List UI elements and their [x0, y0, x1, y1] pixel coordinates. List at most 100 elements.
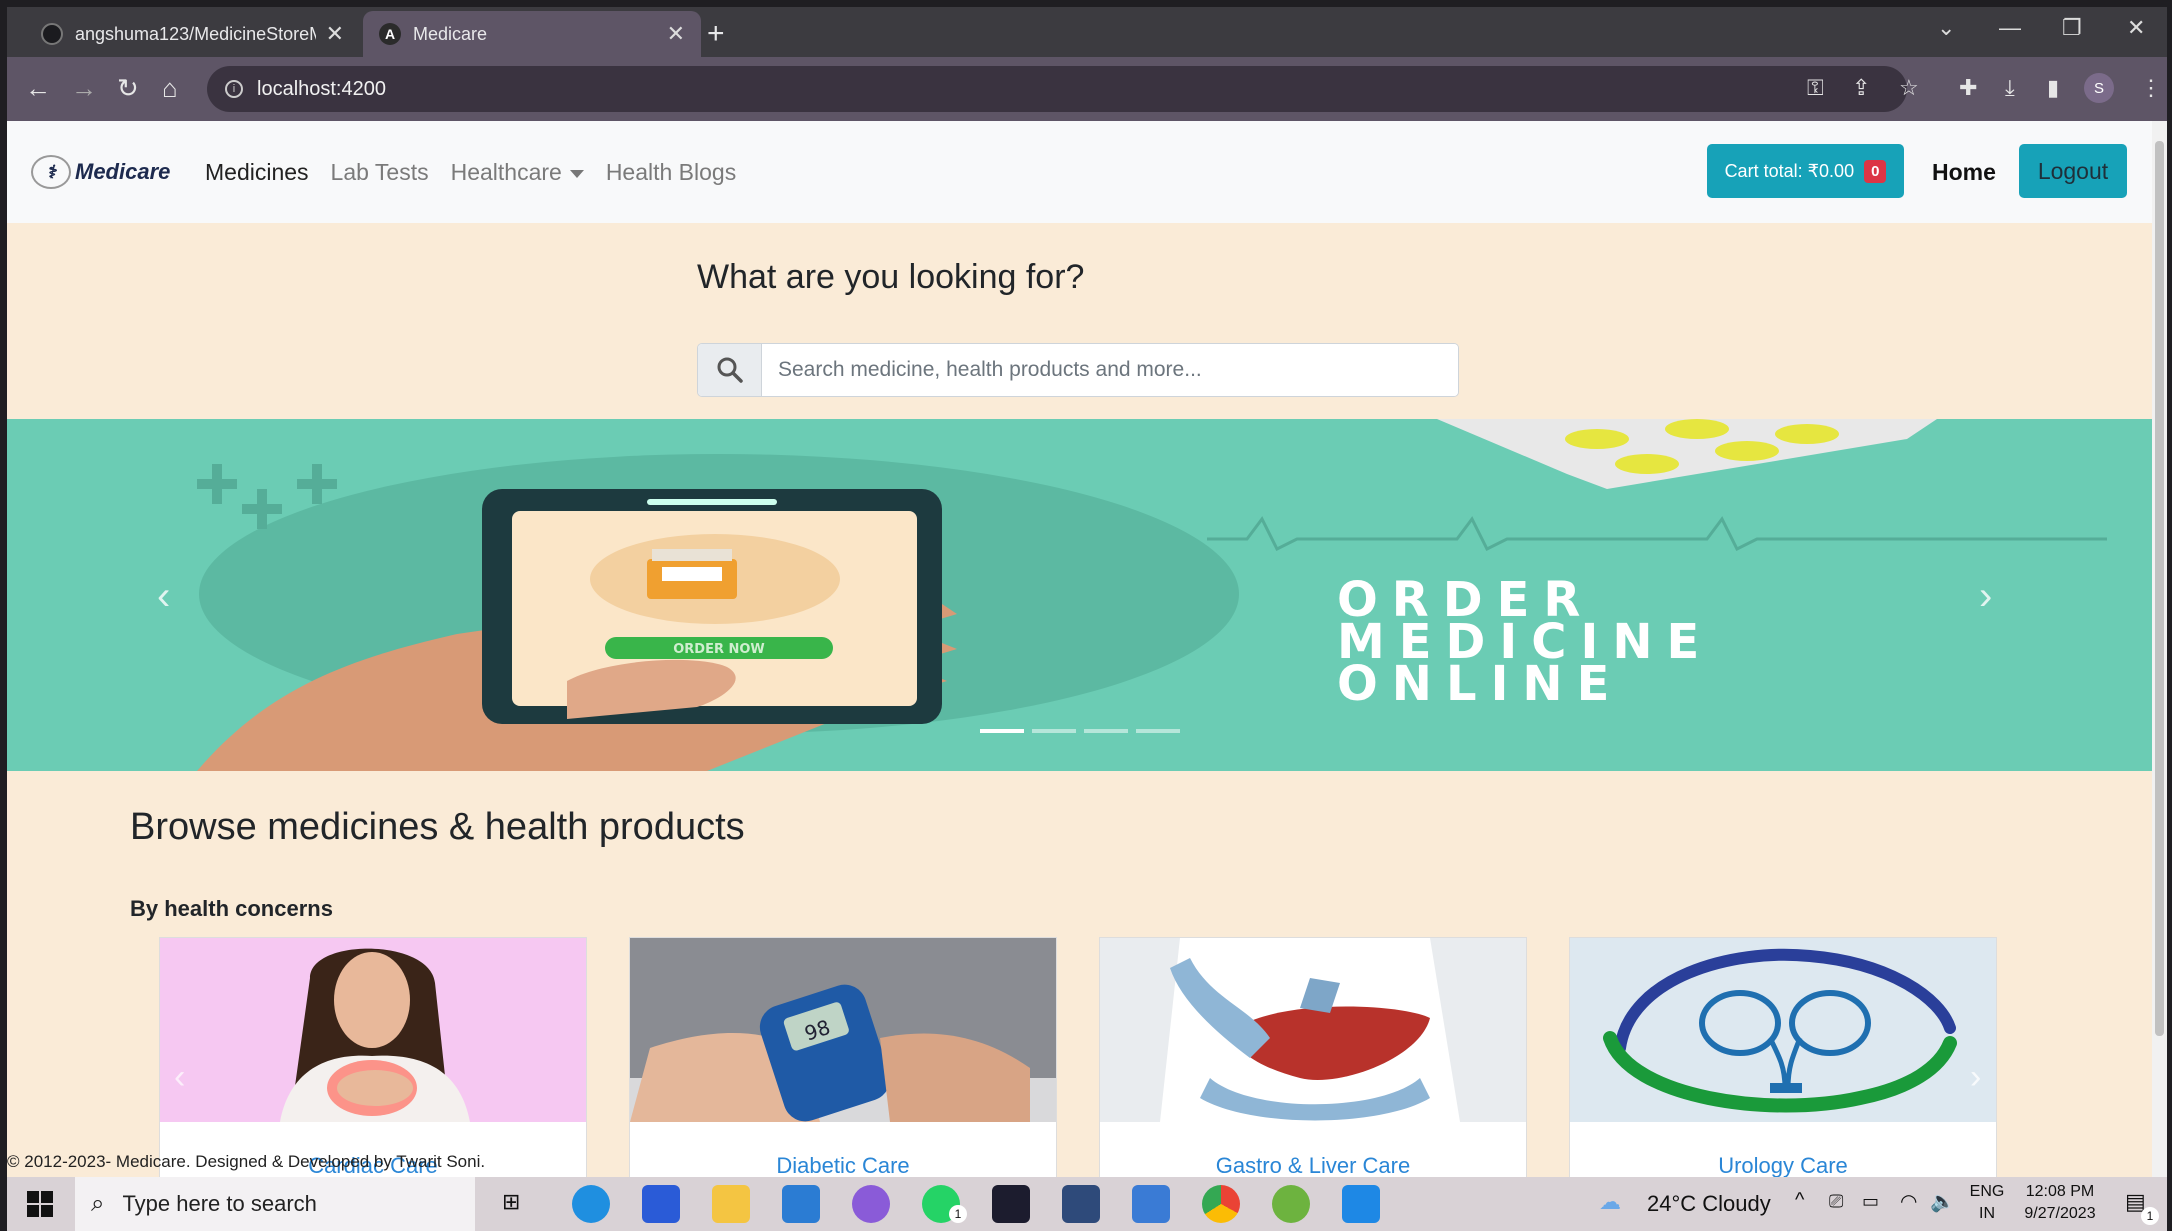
page-viewport: ⚕ Medicare Medicines Lab Tests Healthcar…: [7, 121, 2167, 1177]
share-icon[interactable]: ⇪: [1852, 75, 1870, 101]
extensions-icon[interactable]: ✚: [1959, 75, 1977, 101]
carousel-indicators: [980, 729, 1180, 733]
download-icon[interactable]: ⤓: [2005, 75, 2015, 101]
new-tab-icon[interactable]: +: [707, 17, 725, 51]
profile-avatar[interactable]: S: [2084, 73, 2114, 103]
browser-window: angshuma123/MedicineStoreMa ✕ A Medicare…: [7, 7, 2167, 1231]
vscode-icon[interactable]: [1342, 1185, 1380, 1223]
chrome-icon[interactable]: [1202, 1185, 1240, 1223]
carousel-indicator[interactable]: [980, 729, 1024, 733]
whatsapp-badge: 1: [949, 1205, 967, 1223]
cards-prev-icon[interactable]: ‹: [174, 1058, 185, 1097]
cart-count-badge: 0: [1864, 159, 1887, 183]
taskbar-search[interactable]: ⌕ Type here to search: [75, 1177, 475, 1231]
volume-icon[interactable]: 🔈: [1930, 1189, 1955, 1214]
page-scrollbar[interactable]: [2152, 121, 2167, 1177]
cloud-icon: ☁: [1599, 1189, 1621, 1214]
carousel-indicator[interactable]: [1136, 729, 1180, 733]
minimize-icon[interactable]: —: [1999, 15, 2021, 41]
nav-medicines[interactable]: Medicines: [205, 159, 309, 186]
photos-icon[interactable]: [1132, 1185, 1170, 1223]
reload-icon[interactable]: ↻: [117, 73, 139, 104]
tab-github[interactable]: angshuma123/MedicineStoreMa ✕: [25, 11, 360, 57]
vs-icon[interactable]: [1062, 1185, 1100, 1223]
concern-card-diabetic[interactable]: 98 Diabetic Care: [629, 937, 1057, 1177]
brand-name: Medicare: [75, 159, 171, 184]
mysql-icon[interactable]: [992, 1185, 1030, 1223]
carousel-indicator[interactable]: [1032, 729, 1076, 733]
side-panel-icon[interactable]: ▮: [2047, 75, 2059, 101]
site-navbar: ⚕ Medicare Medicines Lab Tests Healthcar…: [7, 121, 2152, 223]
tab-medicare[interactable]: A Medicare ✕: [363, 11, 701, 57]
cardiac-image: ‹: [160, 938, 586, 1122]
nav-health-blogs[interactable]: Health Blogs: [606, 159, 736, 186]
concern-card-cardiac[interactable]: ‹ Cardiac Care: [159, 937, 587, 1177]
edge-icon[interactable]: [572, 1185, 610, 1223]
notification-badge: 1: [2141, 1207, 2159, 1225]
search-heading: What are you looking for?: [697, 258, 1085, 296]
nav-healthcare[interactable]: Healthcare: [451, 159, 584, 186]
scrollbar-thumb[interactable]: [2155, 141, 2164, 1036]
star-icon[interactable]: ☆: [1899, 75, 1919, 101]
tab-strip: angshuma123/MedicineStoreMa ✕ A Medicare…: [7, 7, 2167, 57]
key-icon[interactable]: ⚿: [1807, 75, 1824, 101]
cart-button[interactable]: Cart total: ₹0.00 0: [1707, 144, 1904, 198]
windows-start-icon[interactable]: [27, 1191, 53, 1222]
search-input[interactable]: [762, 344, 1458, 396]
footer-copyright: © 2012-2023- Medicare. Designed & Develo…: [7, 1152, 486, 1171]
clock[interactable]: 12:08 PM 9/27/2023: [2017, 1181, 2103, 1225]
meet-icon[interactable]: ⎚: [1829, 1191, 1843, 1212]
logout-button[interactable]: Logout: [2019, 144, 2127, 198]
close-tab-icon[interactable]: ✕: [326, 21, 344, 47]
search-group: [697, 343, 1459, 397]
caduceus-icon: ⚕: [31, 155, 71, 189]
mail-icon[interactable]: [782, 1185, 820, 1223]
wifi-icon[interactable]: ◠: [1900, 1189, 1917, 1214]
menu-icon[interactable]: ⋮: [2140, 75, 2162, 101]
banner-headline: ORDER MEDICINE ONLINE: [1337, 576, 1713, 708]
windows-taskbar: ⌕ Type here to search ⊞ 1 ☁ 24°C Cloudy …: [7, 1177, 2167, 1231]
health-concerns-subheading: By health concerns: [130, 896, 333, 921]
urology-image: ›: [1570, 938, 1996, 1122]
phone-order-button: ORDER NOW: [673, 642, 765, 657]
language-indicator[interactable]: ENG IN: [1967, 1181, 2007, 1225]
banner-illustration: ORDER NOW: [197, 419, 2107, 771]
store-icon[interactable]: [642, 1185, 680, 1223]
diabetic-image: 98: [630, 938, 1056, 1122]
restore-icon[interactable]: ❐: [2062, 15, 2082, 41]
carousel-prev-icon[interactable]: ‹: [157, 574, 170, 619]
file-explorer-icon[interactable]: [712, 1185, 750, 1223]
browser-toolbar: ← → ↻ ⌂ i localhost:4200 ⚿ ⇪ ☆ ✚ ⤓ ▮ ⋮: [7, 57, 2167, 121]
concern-card-gastro[interactable]: Gastro & Liver Care: [1099, 937, 1527, 1177]
back-icon[interactable]: ←: [25, 73, 51, 104]
home-icon[interactable]: ⌂: [162, 73, 178, 104]
nav-lab-tests[interactable]: Lab Tests: [331, 159, 429, 186]
hero-carousel: ORDER NOW ORDER MEDICINE ONLINE ‹ ›: [7, 419, 2152, 771]
cards-next-icon[interactable]: ›: [1970, 1058, 1981, 1097]
search-icon: ⌕: [91, 1190, 105, 1217]
battery-icon[interactable]: ▭: [1862, 1191, 1879, 1212]
caret-down-icon: [569, 169, 584, 178]
task-view-icon[interactable]: ⊞: [502, 1189, 520, 1215]
brand-logo[interactable]: ⚕ Medicare: [31, 155, 170, 189]
card-title: Gastro & Liver Care: [1215, 1153, 1411, 1177]
search-icon: [698, 344, 762, 396]
carousel-next-icon[interactable]: ›: [1979, 574, 1992, 619]
taskbar-search-text: Type here to search: [122, 1191, 317, 1216]
spring-tool-icon[interactable]: [1272, 1185, 1310, 1223]
forward-icon[interactable]: →: [71, 73, 97, 104]
concern-card-urology[interactable]: › Urology Care: [1569, 937, 1997, 1177]
site-info-icon[interactable]: i: [225, 80, 243, 98]
tab-search-icon[interactable]: ⌄: [1937, 15, 1955, 41]
tray-chevron-icon[interactable]: ^: [1795, 1189, 1804, 1212]
copilot-icon[interactable]: [852, 1185, 890, 1223]
weather-text[interactable]: 24°C Cloudy: [1647, 1191, 1771, 1217]
carousel-indicator[interactable]: [1084, 729, 1128, 733]
close-tab-icon[interactable]: ✕: [667, 21, 685, 47]
nav-links: Medicines Lab Tests Healthcare Health Bl…: [205, 159, 736, 186]
home-link[interactable]: Home: [1932, 159, 1996, 186]
close-window-icon[interactable]: ✕: [2127, 15, 2145, 41]
address-bar[interactable]: i localhost:4200: [207, 66, 1907, 112]
lang-code: ENG: [1969, 1183, 2005, 1200]
card-title: Urology Care: [1718, 1153, 1848, 1177]
